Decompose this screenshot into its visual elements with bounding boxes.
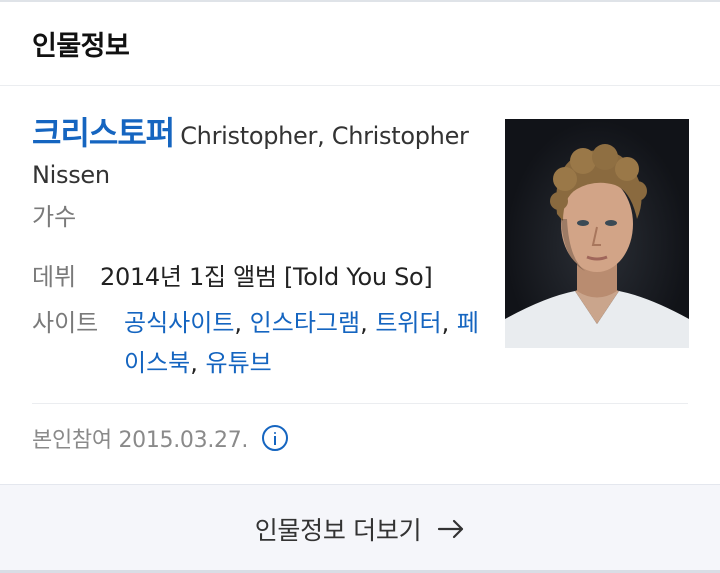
site-link-twitter[interactable]: 트위터 [375,309,441,337]
site-label: 사이트 [32,309,99,337]
site-link-youtube[interactable]: 유튜브 [206,349,272,377]
profile-section: 크리스토퍼 Christopher, Christopher Nissen 가수 … [0,87,720,403]
section-title: 인물정보 [32,31,130,62]
person-info-card: 인물정보 크리스토퍼 Christopher, Christopher Nisse… [0,0,720,573]
separator: , [190,349,206,377]
separator: , [441,309,457,337]
more-info-button[interactable]: 인물정보 더보기 [0,484,720,573]
debut-label: 데뷔 [32,263,77,291]
debut-row: 데뷔 2014년 1집 앨범 [Told You So] [32,257,433,297]
site-links: 공식사이트, 인스타그램, 트위터, 페이스북, 유튜브 [124,303,494,383]
card-header: 인물정보 [0,2,720,86]
separator: , [234,309,250,337]
person-photo-icon [505,144,689,348]
name-block: 크리스토퍼 Christopher, Christopher Nissen [32,115,487,196]
participation-row: 본인참여 2015.03.27. [32,422,289,454]
site-row: 사이트 공식사이트, 인스타그램, 트위터, 페이스북, 유튜브 [32,303,494,383]
site-link-official[interactable]: 공식사이트 [124,309,234,337]
more-info-label: 인물정보 더보기 [254,516,422,545]
debut-value: 2014년 1집 앨범 [Told You So] [100,263,433,291]
info-icon[interactable] [262,425,289,451]
occupation: 가수 [32,203,77,231]
site-link-instagram[interactable]: 인스타그램 [250,309,360,337]
profile-photo[interactable] [505,119,689,348]
person-name-ko[interactable]: 크리스토퍼 [32,114,175,152]
separator: , [360,309,376,337]
arrow-right-icon [438,519,464,539]
participation-text: 본인참여 2015.03.27. [32,428,249,453]
divider [32,403,688,404]
